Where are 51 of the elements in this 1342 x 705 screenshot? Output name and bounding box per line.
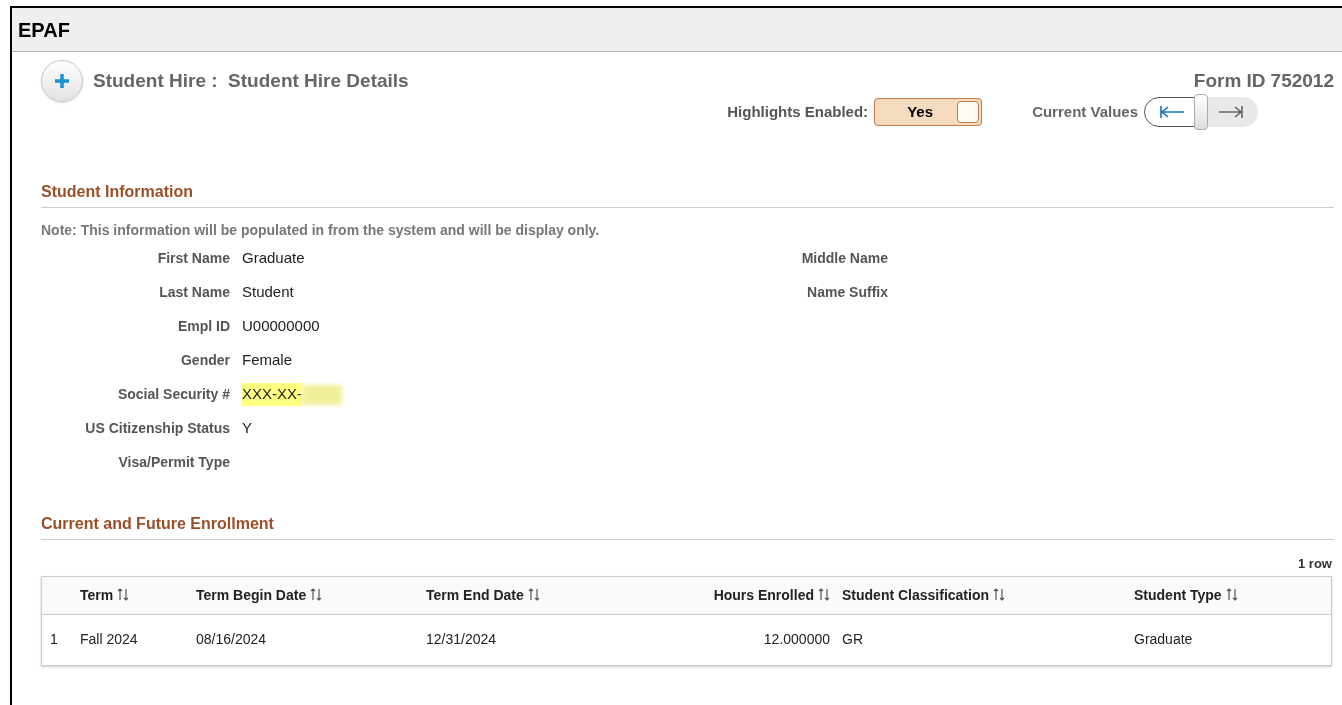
field-label: Social Security # [116,385,231,404]
form-id-value: 752012 [1270,68,1334,93]
highlights-toggle[interactable]: Yes [874,98,983,126]
column-header[interactable]: Student Type [1134,584,1331,606]
field-value: U00000000 [242,316,320,337]
row-count: 1 row [1298,555,1332,573]
table-cell-text: 12/31/2024 [426,630,498,649]
sort-icon[interactable] [310,587,323,601]
column-header[interactable]: Term [80,584,196,606]
column-header[interactable]: Term Begin Date [196,584,426,606]
field-value: Student [242,282,294,303]
field-label: Gender [180,351,231,370]
current-values-label: Current Values [1032,101,1138,122]
sort-icon[interactable] [993,587,1006,601]
field-label: Last Name [158,283,231,302]
add-button[interactable] [41,60,83,102]
field-value: Graduate [242,248,305,269]
table-cell-text: 12.000000 [762,630,831,649]
sort-icon[interactable] [818,587,830,601]
note-text: Note: This information will be populated in from the system and will be display only. [41,221,601,240]
column-header[interactable]: Term End Date [426,584,616,606]
sort-icon[interactable] [527,587,540,601]
sort-icon[interactable] [117,587,130,601]
column-header[interactable]: Student Classification [842,584,1134,606]
form-id-label: Form ID [1193,68,1266,93]
redaction-blur [302,384,342,405]
field-label: Empl ID [176,317,231,336]
field-label: US Citizenship Status [84,419,231,438]
table-cell-text: Fall 2024 [80,630,139,649]
window-title: EPAF [18,17,70,43]
table-cell-text: GR [842,630,864,649]
sort-icon[interactable] [1225,587,1238,601]
field-label: First Name [156,249,231,268]
arrow-to-end-icon [1216,105,1244,119]
highlights-label: Highlights Enabled: [727,101,869,122]
field-label: Middle Name [800,249,888,268]
field-label: Name Suffix [806,283,888,302]
section-heading: Current and Future Enrollment [41,515,274,532]
plus-icon [53,72,71,90]
column-header[interactable]: Hours Enrolled [616,584,842,606]
arrow-to-start-icon [1159,105,1187,119]
table-cell-text: 08/16/2024 [196,630,268,649]
field-value: XXX-XX- [242,383,302,406]
field-label: Visa/Permit Type [117,453,231,472]
section-heading: Student Information [41,183,193,200]
table-cell-text: Graduate [1134,630,1194,649]
row-number: 1 [49,630,59,649]
field-value: Y [242,418,252,439]
field-value: Female [242,350,293,371]
page-title: Student Hire : Student Hire Details [93,68,409,93]
current-values-toggle[interactable] [1144,96,1258,128]
